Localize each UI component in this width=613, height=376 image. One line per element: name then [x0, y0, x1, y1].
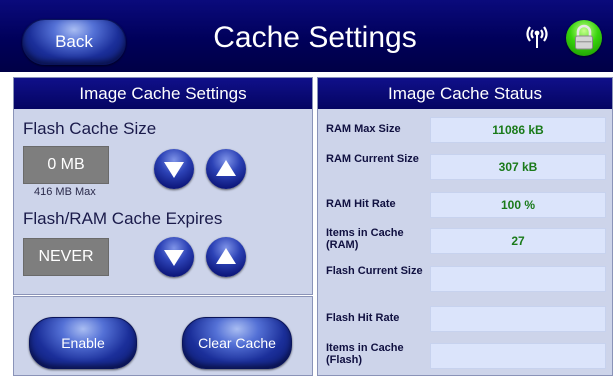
status-value — [430, 266, 606, 292]
cache-actions-panel: Enable Clear Cache — [13, 296, 313, 376]
flash-cache-max-note: 416 MB Max — [34, 186, 96, 198]
flash-size-increase-button[interactable] — [206, 149, 246, 189]
status-heading: Image Cache Status — [318, 78, 612, 109]
status-value: 100 % — [430, 192, 606, 218]
status-label: Items in Cache (Flash) — [326, 342, 404, 366]
status-value: 11086 kB — [430, 117, 606, 143]
status-row: RAM Current Size 307 kB — [318, 151, 612, 180]
flash-cache-size-label: Flash Cache Size — [23, 119, 157, 138]
status-value — [430, 343, 606, 369]
status-label: Flash Hit Rate — [326, 312, 400, 324]
enable-button[interactable]: Enable — [29, 317, 137, 369]
status-label: Items in Cache (RAM) — [326, 227, 404, 251]
status-row: Flash Current Size — [318, 263, 612, 292]
status-row: RAM Max Size 11086 kB — [318, 116, 612, 144]
expires-decrease-button[interactable] — [154, 237, 194, 277]
status-row: Items in Cache (RAM) 27 — [318, 225, 612, 254]
lock-button[interactable] — [566, 20, 602, 56]
expires-increase-button[interactable] — [206, 237, 246, 277]
cache-expires-value: NEVER — [23, 238, 109, 276]
header-bar: Back Cache Settings — [0, 0, 613, 72]
status-label: Flash Current Size — [326, 265, 423, 277]
image-cache-settings-panel: Image Cache Settings Flash Cache Size 0 … — [13, 77, 313, 295]
status-row: Items in Cache (Flash) — [318, 340, 612, 369]
status-value — [430, 306, 606, 332]
status-value: 307 kB — [430, 154, 606, 180]
arrow-up-icon — [216, 160, 236, 176]
cache-expires-label: Flash/RAM Cache Expires — [23, 209, 223, 228]
wireless-signal-icon — [522, 20, 552, 50]
image-cache-status-panel: Image Cache Status RAM Max Size 11086 kB… — [317, 77, 613, 376]
arrow-down-icon — [164, 162, 184, 178]
status-label: RAM Max Size — [326, 123, 401, 135]
status-label: RAM Current Size — [326, 153, 419, 165]
settings-heading: Image Cache Settings — [14, 78, 312, 109]
clear-cache-button[interactable]: Clear Cache — [182, 317, 292, 369]
status-value: 27 — [430, 228, 606, 254]
arrow-up-icon — [216, 248, 236, 264]
lock-icon — [575, 24, 593, 50]
back-button[interactable]: Back — [22, 19, 126, 65]
arrow-down-icon — [164, 250, 184, 266]
status-row: Flash Hit Rate — [318, 304, 612, 332]
page-title: Cache Settings — [213, 21, 417, 54]
flash-size-decrease-button[interactable] — [154, 149, 194, 189]
status-label: RAM Hit Rate — [326, 198, 396, 210]
status-row: RAM Hit Rate 100 % — [318, 190, 612, 218]
flash-cache-size-value: 0 MB — [23, 146, 109, 184]
